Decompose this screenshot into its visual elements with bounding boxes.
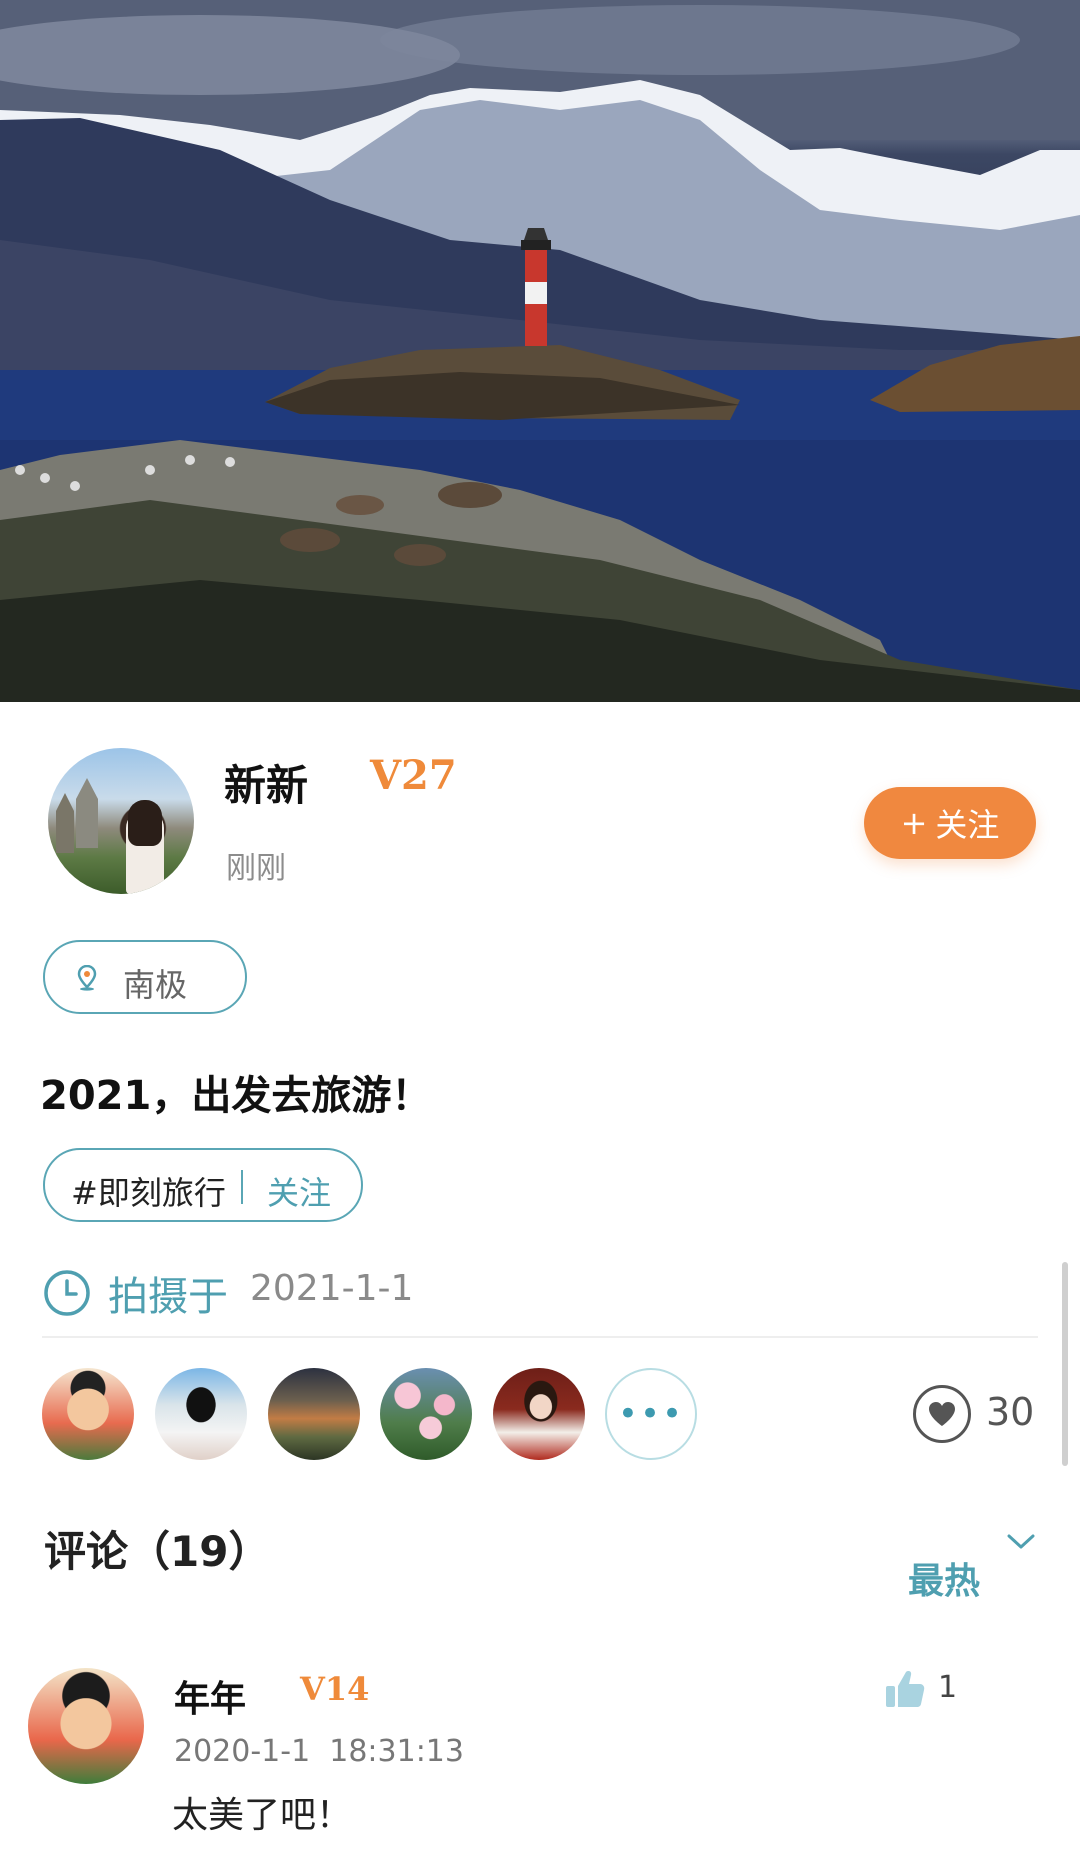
scrollbar[interactable] bbox=[1062, 1262, 1068, 1466]
plus-icon: + bbox=[900, 804, 928, 842]
heart-icon[interactable] bbox=[913, 1385, 971, 1443]
shot-date: 2021-1-1 bbox=[250, 1268, 414, 1309]
shot-label: 拍摄于 bbox=[108, 1274, 228, 1320]
heart-icon-shape bbox=[929, 1402, 955, 1426]
thumbs-up-icon[interactable] bbox=[884, 1668, 926, 1710]
comment-like-count: 1 bbox=[938, 1670, 958, 1705]
topic-separator bbox=[241, 1170, 243, 1204]
liker-avatar[interactable] bbox=[42, 1368, 134, 1460]
author-avatar[interactable] bbox=[48, 748, 194, 894]
more-likers-button[interactable]: ••• bbox=[605, 1368, 697, 1460]
location-label: 南极 bbox=[123, 966, 188, 1004]
photo-landscape bbox=[0, 0, 1080, 702]
comment-text: 太美了吧！ bbox=[172, 1795, 353, 1836]
avatar-castle bbox=[56, 793, 74, 853]
map-pin-icon bbox=[77, 965, 97, 991]
topic-tag[interactable]: #即刻旅行 bbox=[71, 1168, 226, 1214]
author-level-badge: V27 bbox=[370, 752, 457, 799]
comment-avatar[interactable] bbox=[28, 1668, 144, 1784]
liker-avatar[interactable] bbox=[155, 1368, 247, 1460]
clock-icon bbox=[44, 1270, 90, 1316]
chevron-down-icon[interactable] bbox=[1006, 1532, 1036, 1552]
location-chip[interactable]: 南极 bbox=[43, 940, 247, 1014]
topic-chip[interactable]: #即刻旅行 关注 bbox=[43, 1148, 363, 1222]
comments-title: 评论（19） bbox=[44, 1527, 271, 1576]
liker-avatar[interactable] bbox=[493, 1368, 585, 1460]
post-title: 2021，出发去旅游！ bbox=[40, 1073, 432, 1119]
topic-follow-button[interactable]: 关注 bbox=[267, 1168, 331, 1214]
like-count: 30 bbox=[986, 1390, 1035, 1434]
liker-avatar[interactable] bbox=[380, 1368, 472, 1460]
comment-author-name[interactable]: 年年 bbox=[174, 1670, 246, 1722]
comment-author-level: V14 bbox=[300, 1670, 370, 1708]
avatar-person-hair bbox=[128, 800, 162, 846]
post-time: 刚刚 bbox=[226, 851, 286, 886]
comment-time: 2020-1-1 18:31:13 bbox=[174, 1734, 464, 1769]
sort-dropdown[interactable]: 最热 bbox=[908, 1552, 980, 1604]
post-photo[interactable] bbox=[0, 0, 1080, 702]
liker-avatar[interactable] bbox=[268, 1368, 360, 1460]
divider bbox=[42, 1336, 1038, 1338]
avatar-castle-tower bbox=[76, 778, 98, 848]
follow-button-label: 关注 bbox=[935, 806, 1000, 844]
follow-button[interactable]: + 关注 bbox=[864, 787, 1036, 859]
author-name[interactable]: 新新 bbox=[224, 752, 308, 813]
